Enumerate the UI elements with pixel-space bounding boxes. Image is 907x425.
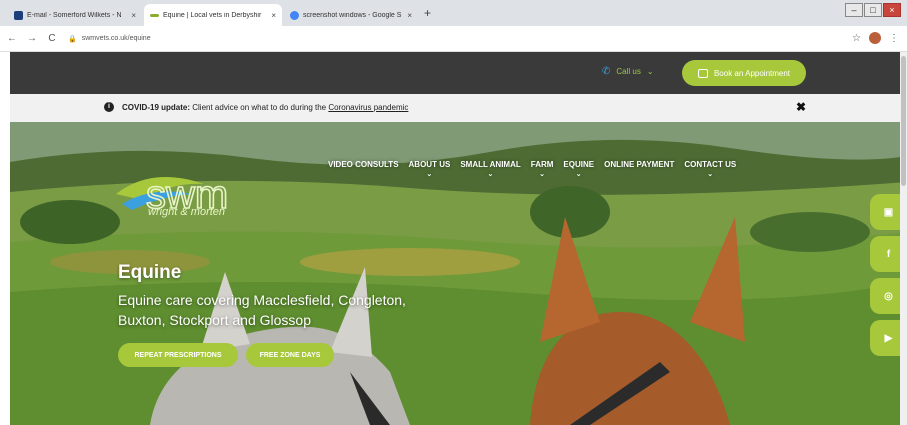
- swm-logo[interactable]: swm: [112, 160, 272, 230]
- nav-label: CONTACT US: [684, 160, 737, 169]
- coronavirus-link[interactable]: Coronavirus pandemic: [328, 103, 408, 112]
- window-controls: – □ ×: [845, 3, 901, 17]
- back-button[interactable]: ←: [4, 33, 20, 44]
- lock-icon: 🔒: [68, 35, 77, 43]
- bookmark-star-icon[interactable]: ☆: [852, 33, 861, 44]
- scrollbar-thumb[interactable]: [901, 56, 906, 186]
- nav-video-consults[interactable]: VIDEO CONSULTS: [328, 160, 399, 169]
- main-nav: VIDEO CONSULTS ABOUT US ⌄ SMALL ANIMAL ⌄ F…: [328, 160, 737, 178]
- page-scrollbar[interactable]: [900, 52, 907, 425]
- calendar-icon: [697, 68, 708, 78]
- nav-label: ABOUT US: [408, 160, 451, 169]
- nav-farm[interactable]: FARM ⌄: [530, 160, 554, 178]
- new-tab-button[interactable]: +: [424, 6, 431, 20]
- book-appointment-button[interactable]: Book an Appointment: [682, 60, 806, 86]
- covid-label: COVID-19 update:: [122, 103, 191, 112]
- chevron-down-icon: ⌄: [426, 171, 433, 178]
- chevron-down-icon: ⌄: [487, 171, 494, 178]
- reload-button[interactable]: C: [44, 33, 60, 44]
- tab-close-icon[interactable]: ×: [131, 11, 136, 20]
- chevron-down-icon: ⌄: [646, 67, 654, 76]
- call-us-dropdown[interactable]: ✆ Call us ⌄: [602, 66, 654, 77]
- call-us-label: Call us: [616, 67, 641, 76]
- nav-label: ONLINE PAYMENT: [604, 160, 675, 169]
- profile-avatar[interactable]: [869, 32, 881, 44]
- tab-close-icon[interactable]: ×: [271, 11, 276, 20]
- browser-tab-google[interactable]: screenshot windows - Google S ×: [284, 4, 418, 26]
- nav-equine[interactable]: EQUINE ⌄: [563, 160, 595, 178]
- browser-tab-strip: E-mail - Somerford Wilkets - N × Equine …: [0, 0, 907, 26]
- google-favicon-icon: [290, 10, 299, 20]
- browser-tab-email[interactable]: E-mail - Somerford Wilkets - N ×: [8, 4, 142, 26]
- page-title: Equine: [118, 262, 182, 283]
- repeat-prescriptions-button[interactable]: REPEAT PRESCRIPTIONS: [118, 343, 238, 367]
- mail-favicon-icon: [14, 10, 23, 20]
- maximize-button[interactable]: □: [864, 3, 882, 17]
- tab-close-icon[interactable]: ×: [407, 11, 412, 20]
- address-bar: ← → C 🔒 swmvets.co.uk/equine ☆ ⋮: [0, 26, 907, 52]
- close-window-button[interactable]: ×: [883, 3, 901, 17]
- site-header: ✆ Call us ⌄ Book an Appointment: [10, 52, 907, 94]
- browser-menu-icon[interactable]: ⋮: [889, 33, 899, 44]
- book-appointment-label: Book an Appointment: [713, 68, 791, 78]
- nav-online-payment[interactable]: ONLINE PAYMENT: [604, 160, 674, 169]
- chevron-down-icon: ⌄: [575, 171, 582, 178]
- phone-icon: ✆: [602, 66, 611, 77]
- tab-title: E-mail - Somerford Wilkets - N: [27, 11, 122, 19]
- chevron-down-icon: ⌄: [707, 171, 714, 178]
- tab-title: screenshot windows - Google S: [303, 11, 402, 19]
- nav-label: VIDEO CONSULTS: [328, 160, 399, 169]
- covid-message: COVID-19 update: Client advice on what t…: [122, 103, 408, 112]
- close-icon[interactable]: ✖: [796, 100, 806, 114]
- free-zone-days-button[interactable]: FREE ZONE DAYS: [246, 343, 334, 367]
- url-field[interactable]: 🔒 swmvets.co.uk/equine: [68, 35, 151, 43]
- minimize-button[interactable]: –: [845, 3, 863, 17]
- logo-subtitle: wright & morten: [148, 206, 226, 218]
- info-icon: i: [104, 102, 114, 112]
- nav-small-animal[interactable]: SMALL ANIMAL ⌄: [460, 160, 521, 178]
- tab-title: Equine | Local vets in Derbyshir: [163, 11, 262, 19]
- nav-contact-us[interactable]: CONTACT US ⌄: [684, 160, 737, 178]
- hero-description: Equine care covering Macclesfield, Congl…: [118, 292, 406, 328]
- browser-tab-equine[interactable]: Equine | Local vets in Derbyshir ×: [144, 4, 282, 26]
- address-bar-actions: ☆ ⋮: [852, 32, 899, 44]
- site-favicon-icon: [150, 13, 159, 17]
- covid-text: Client advice on what to do during the: [192, 103, 327, 112]
- url-text: swmvets.co.uk/equine: [81, 35, 151, 42]
- covid-notice-bar: i COVID-19 update: Client advice on what…: [10, 94, 907, 122]
- hero-banner: swm wright & morten VIDEO CONSULTS ABOUT…: [10, 122, 907, 425]
- nav-label: EQUINE: [563, 160, 595, 169]
- nav-label: SMALL ANIMAL: [460, 160, 521, 169]
- chevron-down-icon: ⌄: [539, 171, 545, 178]
- nav-label: FARM: [530, 160, 554, 169]
- nav-about-us[interactable]: ABOUT US ⌄: [408, 160, 451, 178]
- forward-button[interactable]: →: [24, 33, 40, 44]
